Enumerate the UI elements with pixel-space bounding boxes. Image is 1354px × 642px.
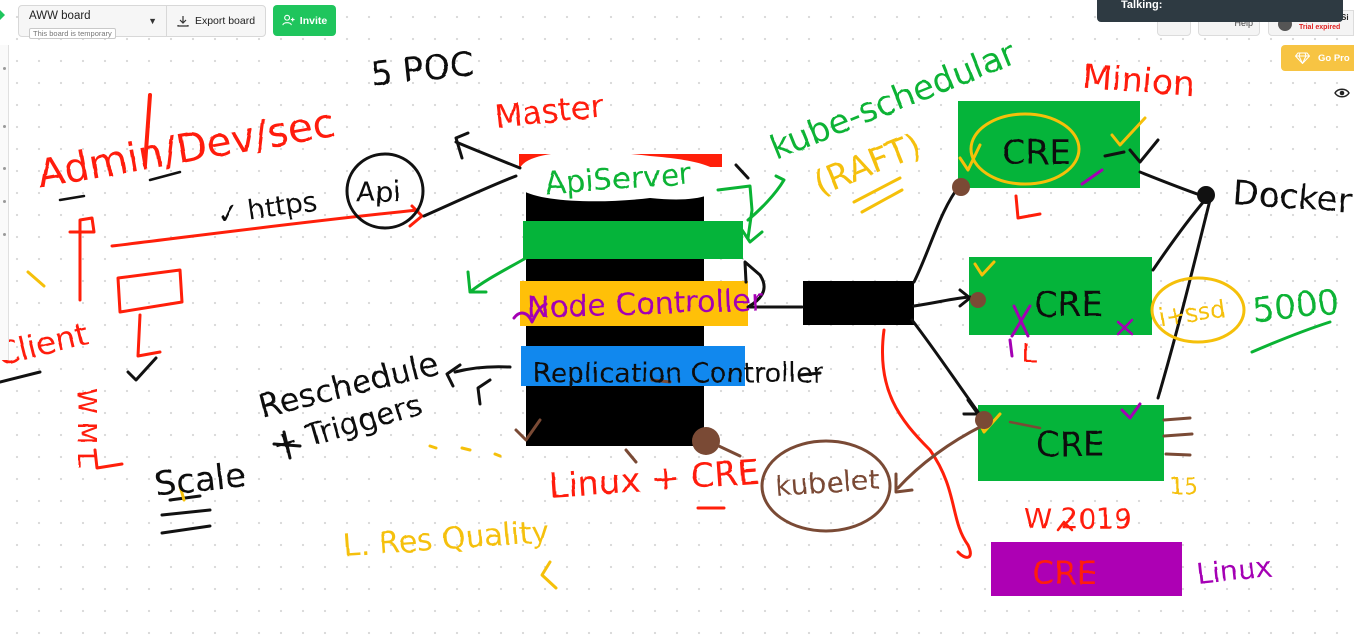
rail-tick xyxy=(3,125,6,128)
kubelet-label: kubelet xyxy=(774,463,880,503)
admin-label: Admin/Dev/sec xyxy=(34,100,338,198)
api-label: Api xyxy=(356,175,401,208)
board-name: AWW board xyxy=(29,10,91,22)
scheduler-black-box xyxy=(803,281,914,325)
add-user-icon xyxy=(282,14,295,26)
wm-label: W M L xyxy=(71,388,101,468)
export-board-button[interactable]: Export board xyxy=(167,6,265,36)
trial-status: Trial expired xyxy=(1299,24,1341,31)
voice-talking-panel: Talking: xyxy=(1097,0,1343,22)
cre-label-1: CRE xyxy=(1002,133,1071,173)
ssd-label: i+ssd xyxy=(1157,295,1227,332)
replication-controller-label: Replication Controller xyxy=(533,358,825,389)
master-label: Master xyxy=(493,87,606,136)
invite-label: Invite xyxy=(299,14,328,27)
diamond-icon xyxy=(1295,52,1310,64)
poc-label: 5 POC xyxy=(369,44,476,95)
download-icon xyxy=(177,16,189,27)
temporary-board-badge: This board is temporary xyxy=(29,28,116,39)
scale-label: Scale xyxy=(153,456,248,505)
rail-tick xyxy=(3,233,6,236)
res-quality-label: L. Res Quality xyxy=(342,515,550,564)
cre-label-windows: CRE xyxy=(1032,554,1097,592)
eye-icon[interactable] xyxy=(1334,87,1350,99)
client-label: Client xyxy=(0,314,92,373)
linux-cre-label: Linux + CRE xyxy=(548,452,761,507)
whiteboard-drawing[interactable]: 5 POC Master Admin/Dev/sec ✓ https Api C… xyxy=(0,0,1354,642)
board-selector[interactable]: AWW board This board is temporary ▼ xyxy=(19,6,167,39)
left-tool-rail[interactable] xyxy=(0,45,9,360)
board-toolbar: AWW board This board is temporary ▼ Expo… xyxy=(18,5,266,39)
talking-label: Talking: xyxy=(1121,0,1163,11)
linux-side-label: Linux xyxy=(1195,550,1273,591)
w2019-label: W 2019 xyxy=(1024,502,1132,535)
go-pro-button[interactable]: Go Pro xyxy=(1281,45,1354,71)
docker-label: Docker xyxy=(1231,173,1353,221)
whiteboard-canvas[interactable]: 5 POC Master Admin/Dev/sec ✓ https Api C… xyxy=(0,0,1354,642)
go-pro-label: Go Pro xyxy=(1318,52,1350,64)
rail-tick xyxy=(3,67,6,70)
count-15-label: 15 xyxy=(1170,475,1198,500)
cre-label-3: CRE xyxy=(1036,425,1105,465)
l-label-2: L xyxy=(1022,339,1037,369)
rail-tick xyxy=(3,167,6,170)
panel-toggle-icon[interactable] xyxy=(0,10,5,20)
rail-tick xyxy=(3,200,6,203)
master-green-bar xyxy=(523,221,743,259)
minion-label: Minion xyxy=(1081,57,1196,105)
chevron-down-icon: ▼ xyxy=(148,16,157,26)
export-board-label: Export board xyxy=(194,15,256,27)
cre-label-2: CRE xyxy=(1034,285,1103,325)
invite-button[interactable]: Invite xyxy=(273,5,336,36)
